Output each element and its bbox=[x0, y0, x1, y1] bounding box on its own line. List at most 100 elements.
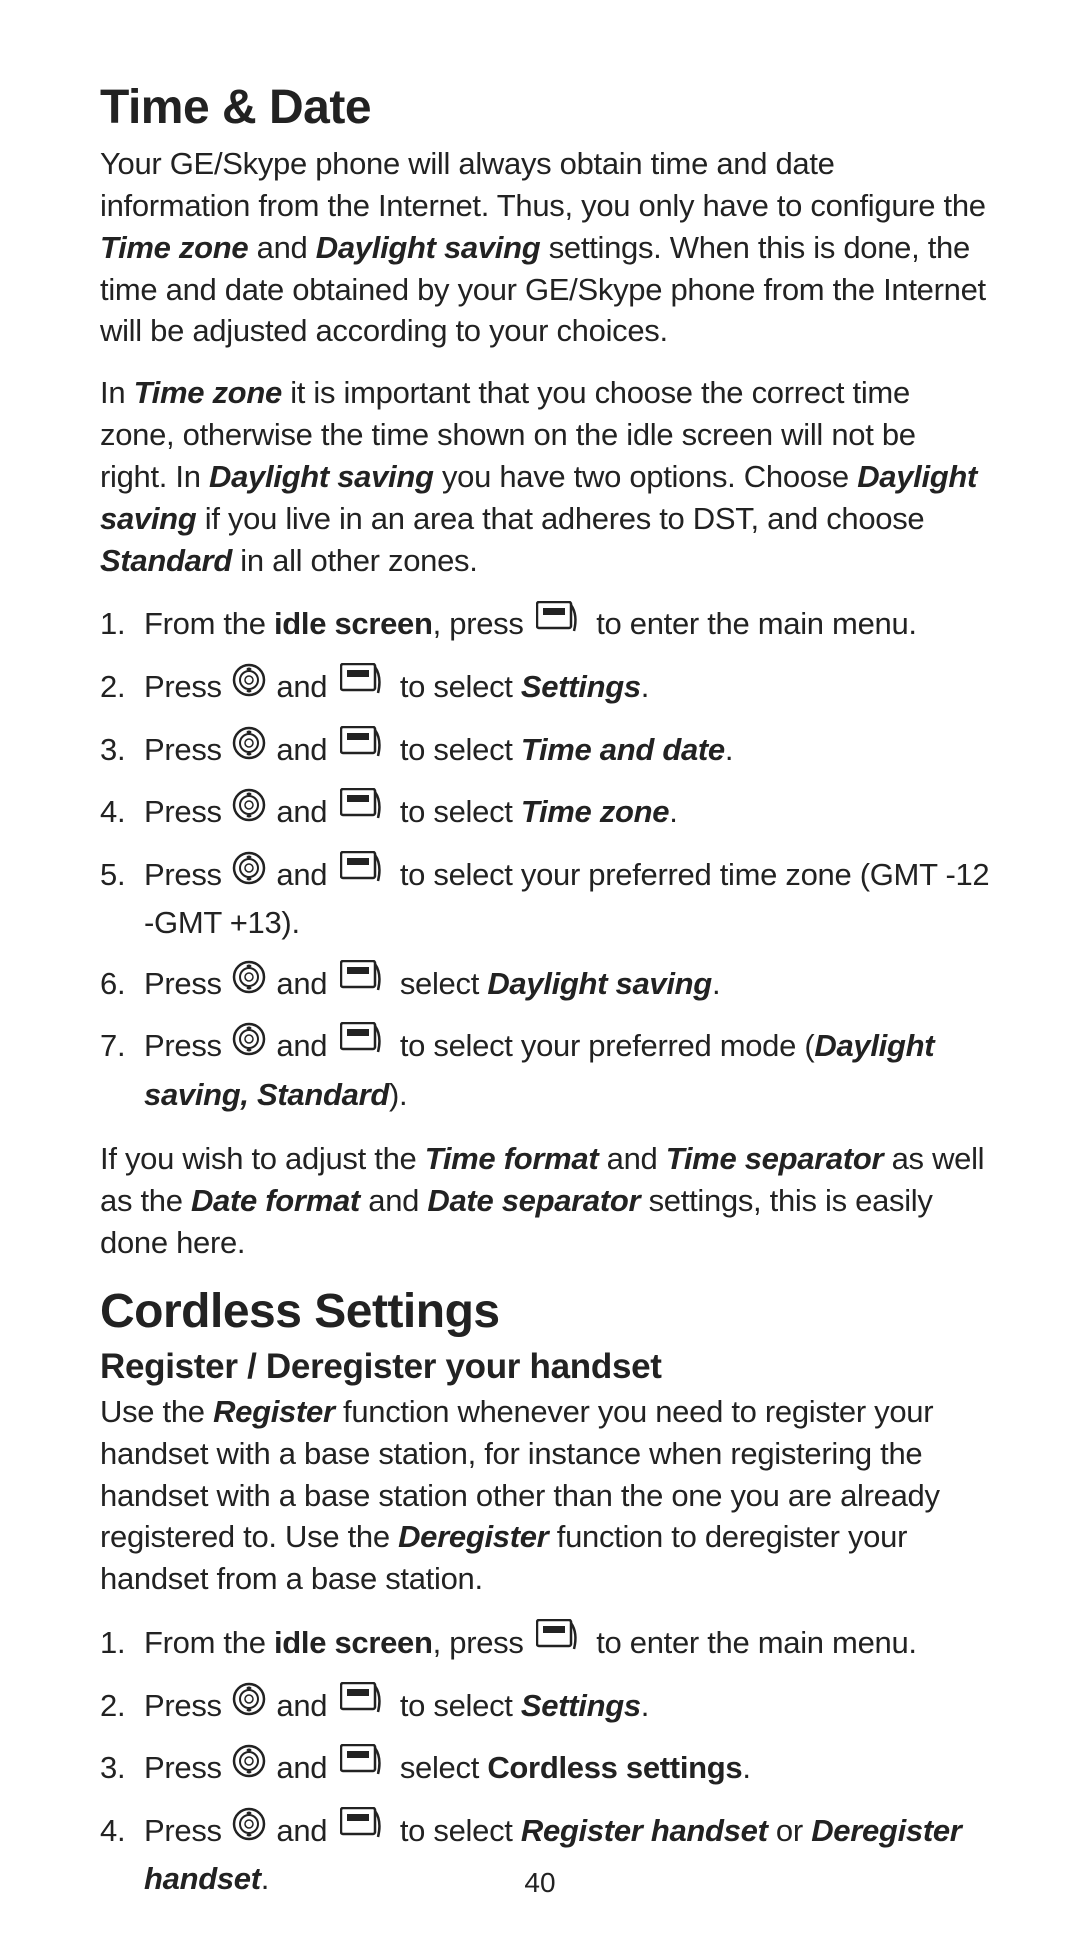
step-number: 1. bbox=[100, 1620, 125, 1667]
text: to select bbox=[392, 732, 521, 767]
softkey-icon bbox=[340, 1744, 388, 1792]
time-zone-explain-para: In Time zone it is important that you ch… bbox=[100, 372, 990, 581]
bold-settings: Settings bbox=[521, 669, 641, 704]
text: and bbox=[268, 966, 335, 1001]
text: in all other zones. bbox=[232, 543, 478, 578]
text: If you wish to adjust the bbox=[100, 1141, 425, 1176]
text: you have two options. Choose bbox=[434, 459, 858, 494]
text: . bbox=[712, 966, 720, 1001]
step-number: 2. bbox=[100, 1683, 125, 1730]
bold-daylight-saving: Daylight saving bbox=[487, 966, 712, 1001]
softkey-icon bbox=[340, 788, 388, 836]
text: and bbox=[268, 794, 335, 829]
list-item: 2. Press and to select Settings. bbox=[100, 1683, 990, 1732]
softkey-icon bbox=[340, 1682, 388, 1730]
text: Press bbox=[144, 857, 230, 892]
softkey-icon bbox=[340, 726, 388, 774]
text: . bbox=[641, 669, 649, 704]
list-item: 1. From the idle screen, press to enter … bbox=[100, 1620, 990, 1669]
subtitle-register-deregister: Register / Deregister your handset bbox=[100, 1347, 990, 1387]
bold-standard: Standard bbox=[100, 543, 232, 578]
text: to select your preferred mode ( bbox=[392, 1028, 815, 1063]
text: and bbox=[268, 1028, 335, 1063]
text: Press bbox=[144, 669, 230, 704]
text: and bbox=[268, 1688, 335, 1723]
nav-wheel-icon bbox=[232, 851, 266, 899]
bold-date-format: Date format bbox=[191, 1183, 360, 1218]
section-title-cordless-settings: Cordless Settings bbox=[100, 1284, 990, 1339]
nav-wheel-icon bbox=[232, 726, 266, 774]
list-item: 3. Press and select Cordless settings. bbox=[100, 1745, 990, 1794]
nav-wheel-icon bbox=[232, 1022, 266, 1070]
text: and bbox=[248, 230, 315, 265]
text: to select bbox=[392, 794, 521, 829]
text: to select bbox=[392, 669, 521, 704]
step-number: 4. bbox=[100, 789, 125, 836]
section-title-time-date: Time & Date bbox=[100, 80, 990, 135]
step-number: 7. bbox=[100, 1023, 125, 1070]
text: Use the bbox=[100, 1394, 213, 1429]
text: Press bbox=[144, 794, 230, 829]
softkey-icon bbox=[536, 601, 584, 649]
time-date-intro-para: Your GE/Skype phone will always obtain t… bbox=[100, 143, 990, 352]
register-deregister-intro-para: Use the Register function whenever you n… bbox=[100, 1391, 990, 1600]
softkey-icon bbox=[536, 1619, 584, 1667]
text: . bbox=[261, 1861, 269, 1896]
softkey-icon bbox=[340, 1022, 388, 1070]
cordless-steps-list: 1. From the idle screen, press to enter … bbox=[100, 1620, 990, 1903]
bold-time-format: Time format bbox=[425, 1141, 599, 1176]
text: . bbox=[641, 1688, 649, 1723]
nav-wheel-icon bbox=[232, 788, 266, 836]
bold-settings: Settings bbox=[521, 1688, 641, 1723]
text: , press bbox=[433, 1625, 532, 1660]
text: if you live in an area that adheres to D… bbox=[196, 501, 924, 536]
list-item: 6. Press and select Daylight saving. bbox=[100, 961, 990, 1010]
text: Press bbox=[144, 1750, 230, 1785]
text: Press bbox=[144, 732, 230, 767]
bold-time-zone: Time zone bbox=[134, 375, 282, 410]
text: In bbox=[100, 375, 134, 410]
bold-idle-screen: idle screen bbox=[274, 606, 433, 641]
text: . bbox=[669, 794, 677, 829]
text: and bbox=[598, 1141, 665, 1176]
text: select bbox=[392, 1750, 488, 1785]
text: and bbox=[268, 857, 335, 892]
text: and bbox=[360, 1183, 427, 1218]
softkey-icon bbox=[340, 960, 388, 1008]
step-number: 6. bbox=[100, 961, 125, 1008]
bold-time-separator: Time separator bbox=[666, 1141, 884, 1176]
text: . bbox=[725, 732, 733, 767]
nav-wheel-icon bbox=[232, 1744, 266, 1792]
step-number: 2. bbox=[100, 664, 125, 711]
text: Press bbox=[144, 1028, 230, 1063]
step-number: 4. bbox=[100, 1808, 125, 1855]
nav-wheel-icon bbox=[232, 960, 266, 1008]
text: Your GE/Skype phone will always obtain t… bbox=[100, 146, 986, 223]
bold-idle-screen: idle screen bbox=[274, 1625, 433, 1660]
text: to select bbox=[392, 1688, 521, 1723]
bold-daylight-saving: Daylight saving bbox=[316, 230, 541, 265]
bold-date-separator: Date separator bbox=[427, 1183, 640, 1218]
text: From the bbox=[144, 606, 274, 641]
text: and bbox=[268, 1750, 335, 1785]
step-number: 1. bbox=[100, 601, 125, 648]
bold-deregister: Deregister bbox=[398, 1519, 548, 1554]
text: . bbox=[742, 1750, 750, 1785]
nav-wheel-icon bbox=[232, 1682, 266, 1730]
nav-wheel-icon bbox=[232, 1807, 266, 1855]
nav-wheel-icon bbox=[232, 663, 266, 711]
text: , press bbox=[433, 606, 532, 641]
text: Press bbox=[144, 1813, 230, 1848]
text: and bbox=[268, 1813, 335, 1848]
list-item: 3. Press and to select Time and date. bbox=[100, 727, 990, 776]
list-item: 4. Press and to select Time zone. bbox=[100, 789, 990, 838]
bold-time-zone: Time zone bbox=[521, 794, 669, 829]
bold-daylight-saving: Daylight saving bbox=[209, 459, 434, 494]
text: Press bbox=[144, 1688, 230, 1723]
bold-time-and-date: Time and date bbox=[521, 732, 725, 767]
text: Press bbox=[144, 966, 230, 1001]
list-item: 5. Press and to select your preferred ti… bbox=[100, 852, 990, 947]
step-number: 5. bbox=[100, 852, 125, 899]
text: select bbox=[392, 966, 488, 1001]
time-format-adjust-para: If you wish to adjust the Time format an… bbox=[100, 1138, 990, 1264]
